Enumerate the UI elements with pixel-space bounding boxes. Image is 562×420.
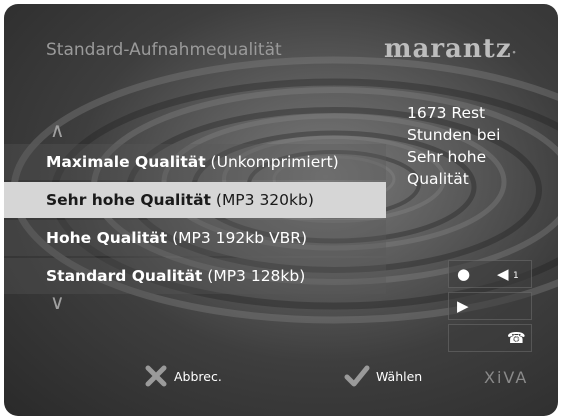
select-button[interactable]: Wählen <box>344 364 422 388</box>
checkmark-icon <box>344 365 370 387</box>
cancel-label: Abbrec. <box>174 368 222 384</box>
option-detail: (MP3 192kb VBR) <box>172 229 308 247</box>
chevron-up-icon[interactable]: ∧ <box>50 118 65 142</box>
option-detail: (MP3 320kb) <box>215 191 314 209</box>
info-line: Qualität <box>407 170 469 188</box>
option-name: Maximale Qualität <box>46 153 206 171</box>
quality-option-high[interactable]: Hohe Qualität (MP3 192kb VBR) <box>4 220 386 256</box>
phone-icon: ☎ <box>507 329 526 347</box>
option-name: Standard Qualität <box>46 267 203 285</box>
volume-icon: ◀︎ <box>497 265 509 283</box>
status-row-play: ▶ <box>448 292 532 320</box>
page-title: Standard-Aufnahmequalität <box>46 40 282 60</box>
screen-frame: Standard-Aufnahmequalität marantz· ∧ Max… <box>4 4 558 416</box>
status-row-phone: ☎ <box>448 324 532 352</box>
play-icon: ▶ <box>457 297 469 315</box>
quality-list: Maximale Qualität (Unkomprimiert) Sehr h… <box>4 144 386 296</box>
status-panel: ● ◀︎ 1 ▶ ☎ <box>448 260 532 352</box>
remaining-time-info: 1673 Rest Stunden bei Sehr hohe Qualität <box>407 102 537 190</box>
volume-level: 1 <box>513 271 519 281</box>
quality-option-maximum[interactable]: Maximale Qualität (Unkomprimiert) <box>4 144 386 180</box>
close-icon <box>145 365 167 387</box>
quality-option-very-high[interactable]: Sehr hohe Qualität (MP3 320kb) <box>4 182 386 218</box>
cancel-button[interactable]: Abbrec. <box>144 364 222 388</box>
chevron-down-icon[interactable]: ∨ <box>50 290 65 314</box>
select-label: Wählen <box>376 368 423 384</box>
info-line: Stunden bei <box>407 126 501 144</box>
brand-logo: marantz· <box>384 34 518 64</box>
option-name: Hohe Qualität <box>46 229 168 247</box>
record-icon: ● <box>457 265 471 283</box>
brand-logo-text: marantz <box>384 34 512 64</box>
option-detail: (MP3 128kb) <box>207 267 306 285</box>
quality-option-standard[interactable]: Standard Qualität (MP3 128kb) <box>4 258 386 294</box>
status-row-record: ● ◀︎ 1 <box>448 260 532 288</box>
info-line: Sehr hohe <box>407 148 487 166</box>
option-name: Sehr hohe Qualität <box>46 191 211 209</box>
info-line: 1673 Rest <box>407 104 486 122</box>
xiva-logo: XiVA <box>484 368 529 387</box>
option-detail: (Unkomprimiert) <box>210 153 339 171</box>
